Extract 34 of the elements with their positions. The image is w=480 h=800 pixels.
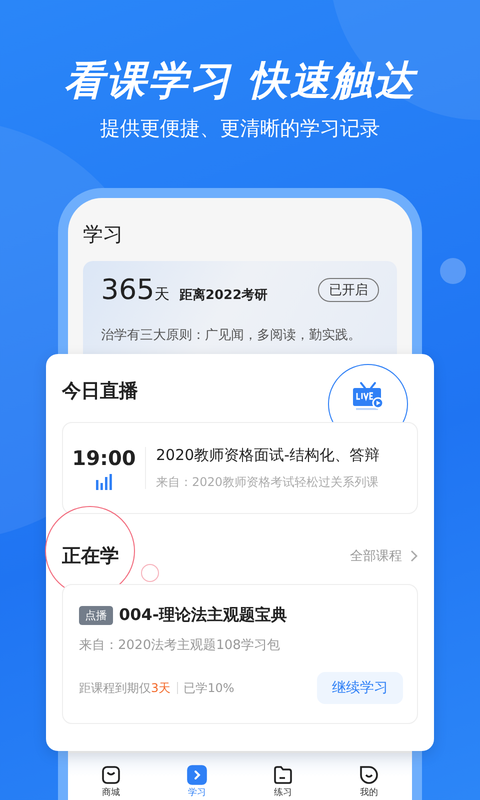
subheadline: 提供更便捷、更清晰的学习记录	[100, 115, 380, 142]
section-title: 正在学	[62, 544, 119, 569]
chevron-square-icon	[187, 765, 207, 785]
motto-text: 治学有三大原则：广见闻，多阅读，勤实践。	[101, 327, 362, 344]
session-time: 19:00	[72, 446, 136, 470]
live-session-card[interactable]: 19:00 2020教师资格面试-结构化、答辩 来自：2020教师资格考试轻松过关系列课	[62, 422, 418, 514]
chevron-right-icon	[410, 550, 418, 562]
course-source: 来自：2020法考主观题108学习包	[79, 637, 281, 654]
days-count: 365	[101, 273, 154, 306]
small-circle	[141, 564, 159, 582]
session-source: 来自：2020教师资格考试轻松过关系列课	[156, 474, 380, 490]
goal-target: 距离2022考研	[179, 286, 268, 304]
folder-icon	[273, 765, 293, 785]
course-title: 004-理论法主观题宝典	[119, 605, 288, 626]
course-card[interactable]: 点播 004-理论法主观题宝典 来自：2020法考主观题108学习包 距课程到期仅3天 已学10% 继续学习	[62, 584, 418, 724]
tab[interactable]: 我的	[359, 765, 379, 799]
session-title: 2020教师资格面试-结构化、答辩	[156, 446, 380, 464]
expiry-days: 3天	[151, 680, 171, 696]
tab[interactable]: 学习	[187, 765, 207, 799]
audio-bars-icon	[95, 474, 113, 490]
status-button[interactable]: 已开启	[318, 278, 379, 302]
screen-title: 学习	[83, 221, 124, 248]
expiry-text: 距课程到期仅	[79, 680, 151, 696]
headline: 看课学习 快速触达	[64, 57, 416, 106]
live-tv-icon	[351, 381, 385, 411]
section-title: 今日直播	[62, 379, 138, 404]
course-tag: 点播	[79, 606, 113, 625]
tab[interactable]: 商城	[101, 765, 121, 799]
tab[interactable]: 练习	[273, 765, 293, 799]
days-unit: 天	[154, 285, 170, 304]
bubble	[440, 258, 466, 284]
smile-icon	[359, 765, 379, 785]
progress-text: 已学10%	[184, 680, 234, 696]
bag-icon	[101, 765, 121, 785]
